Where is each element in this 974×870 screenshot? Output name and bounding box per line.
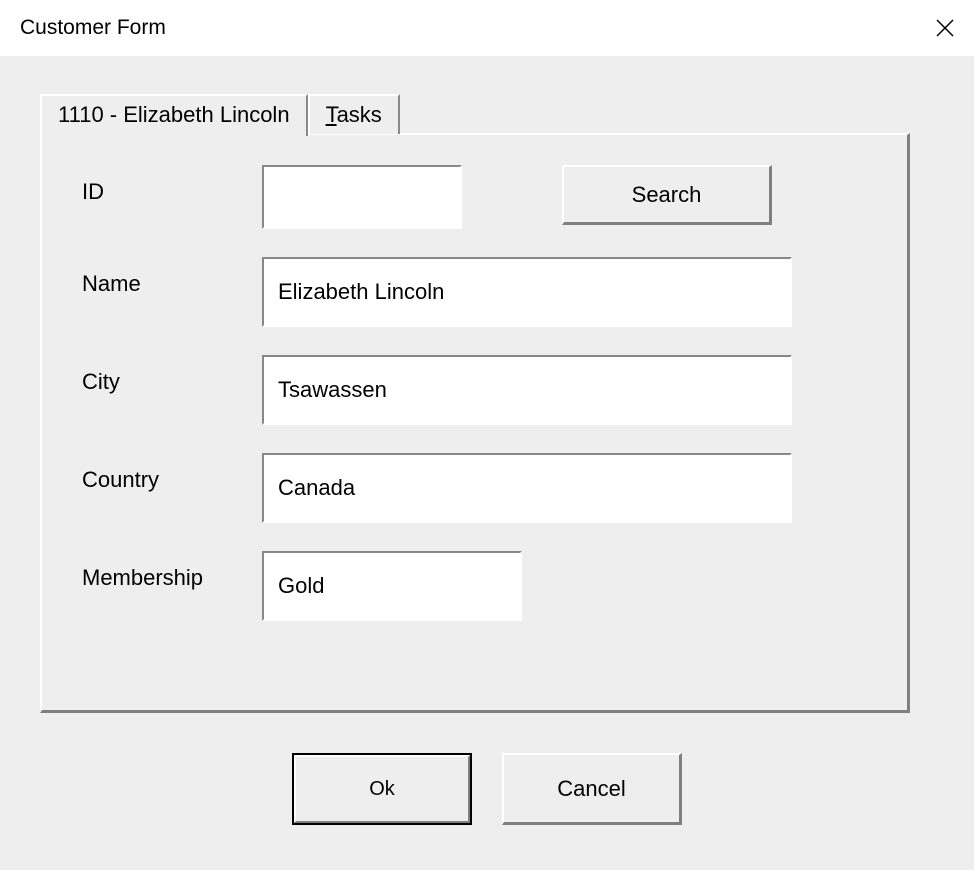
tab-header: 1110 - Elizabeth Lincoln Tasks <box>40 94 910 134</box>
tab-panel: ID Search Name City Country Membership <box>40 133 910 713</box>
row-name: Name <box>82 257 867 327</box>
close-icon[interactable] <box>936 19 954 37</box>
name-input[interactable] <box>262 257 792 327</box>
search-button[interactable]: Search <box>562 165 772 225</box>
content-area: 1110 - Elizabeth Lincoln Tasks ID Search… <box>0 56 974 870</box>
label-id: ID <box>82 165 262 205</box>
ok-button-label: Ok <box>294 755 470 823</box>
country-input[interactable] <box>262 453 792 523</box>
window-title: Customer Form <box>20 16 166 40</box>
row-city: City <box>82 355 867 425</box>
label-city: City <box>82 355 262 395</box>
row-id: ID Search <box>82 165 867 229</box>
tab-container: 1110 - Elizabeth Lincoln Tasks ID Search… <box>40 94 910 713</box>
tab-customer-detail[interactable]: 1110 - Elizabeth Lincoln <box>40 94 308 136</box>
row-membership: Membership <box>82 551 867 621</box>
button-row: Ok Cancel <box>40 753 934 825</box>
city-input[interactable] <box>262 355 792 425</box>
label-name: Name <box>82 257 262 297</box>
membership-input[interactable] <box>262 551 522 621</box>
label-membership: Membership <box>82 551 262 591</box>
row-country: Country <box>82 453 867 523</box>
tab-tasks[interactable]: Tasks <box>308 94 400 134</box>
label-country: Country <box>82 453 262 493</box>
cancel-button[interactable]: Cancel <box>502 753 682 825</box>
id-input[interactable] <box>262 165 462 229</box>
ok-button[interactable]: Ok <box>292 753 472 825</box>
titlebar: Customer Form <box>0 0 974 56</box>
